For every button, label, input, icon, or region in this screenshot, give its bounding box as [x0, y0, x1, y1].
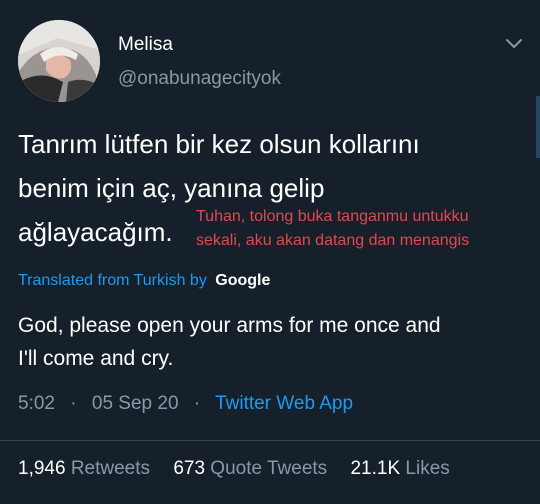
- display-name[interactable]: Melisa: [118, 34, 173, 56]
- avatar[interactable]: [18, 20, 100, 102]
- meta-separator: ·: [193, 393, 201, 414]
- retweets-label: Retweets: [70, 458, 151, 479]
- tweet-stats: 1,946 Retweets 673 Quote Tweets 21.1K Li…: [18, 458, 468, 480]
- likes-label: Likes: [405, 458, 450, 479]
- translation-line: God, please open your arms for me once a…: [18, 314, 441, 337]
- chevron-down-icon[interactable]: [503, 33, 525, 55]
- meta-separator: ·: [70, 393, 77, 414]
- translation-overlay-note: Tuhan, tolong buka tanganmu untukku seka…: [196, 205, 531, 253]
- overlay-line: Tuhan, tolong buka tanganmu untukku: [196, 208, 469, 225]
- google-logo: Google: [215, 272, 271, 289]
- tweet-meta: 5:02 · 05 Sep 20 · Twitter Web App: [18, 393, 353, 415]
- source-app-link[interactable]: Twitter Web App: [215, 393, 353, 414]
- tweet-time[interactable]: 5:02: [18, 393, 55, 414]
- likes-stat[interactable]: 21.1K Likes: [350, 458, 449, 479]
- likes-count: 21.1K: [350, 458, 401, 479]
- translated-label: Translated from Turkish: [18, 272, 186, 289]
- translated-from-link[interactable]: Translated from Turkish by Google: [18, 272, 270, 290]
- quote-tweets-count: 673: [173, 458, 206, 479]
- quote-tweets-label: Quote Tweets: [210, 458, 328, 479]
- tweet-line: Tanrım lütfen bir kez olsun kollarını: [18, 129, 420, 159]
- tweet-line: benim için aç, yanına gelip: [18, 173, 325, 203]
- scroll-indicator: [536, 96, 540, 158]
- user-handle[interactable]: @onabunagecityok: [118, 68, 281, 90]
- avatar-image: [18, 20, 100, 102]
- translated-by: by: [189, 272, 207, 289]
- quote-tweets-stat[interactable]: 673 Quote Tweets: [173, 458, 332, 479]
- retweets-stat[interactable]: 1,946 Retweets: [18, 458, 155, 479]
- translation-line: I'll come and cry.: [18, 347, 174, 370]
- overlay-line: sekali, aku akan datang dan menangis: [196, 232, 470, 249]
- tweet-date[interactable]: 05 Sep 20: [92, 393, 179, 414]
- retweets-count: 1,946: [18, 458, 66, 479]
- divider: [0, 440, 540, 441]
- translated-text: God, please open your arms for me once a…: [18, 309, 528, 375]
